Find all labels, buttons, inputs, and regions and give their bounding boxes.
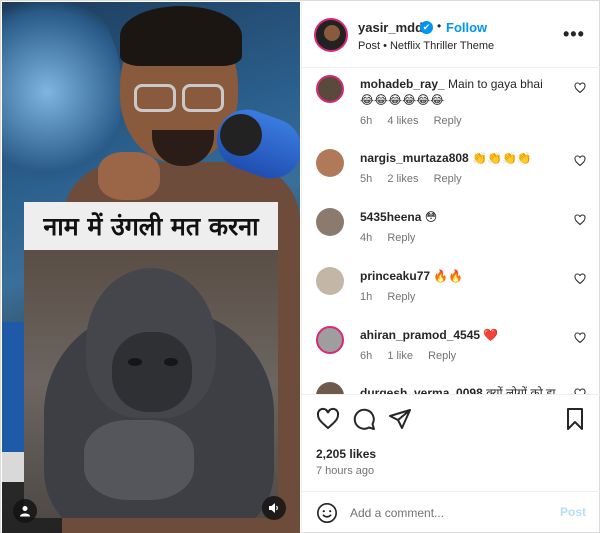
comment-time[interactable]: 1h xyxy=(360,291,372,303)
comment-time[interactable]: 4h xyxy=(360,232,372,244)
speaker-icon xyxy=(269,503,278,513)
like-comment-heart-icon[interactable] xyxy=(574,155,586,167)
comment-time[interactable]: 6h xyxy=(360,115,372,127)
comment-meta: 1h Reply xyxy=(360,291,427,303)
reply-button[interactable]: Reply xyxy=(428,350,456,362)
comment-emoji: 🔥🔥 xyxy=(433,269,464,283)
comment-meta: 4h Reply xyxy=(360,232,427,244)
author-avatar[interactable] xyxy=(314,18,348,52)
post-details-panel: yasir_mdd ✔ • Follow Post • Netflix Thri… xyxy=(301,2,600,533)
comment-text: Main to gaya bhai xyxy=(448,77,543,91)
comment-likes[interactable]: 2 likes xyxy=(387,173,418,185)
add-comment-bar: Post xyxy=(302,491,600,533)
post-audio-info[interactable]: Post • Netflix Thriller Theme xyxy=(358,40,494,52)
reply-button[interactable]: Reply xyxy=(434,173,462,185)
media-caption: नाम में उंगली मत करना xyxy=(43,212,259,241)
comments-list: mohadeb_ray_ Main to gaya bhai 😂😂😂😂😂😂 6h… xyxy=(302,69,600,394)
emoji-smiley-icon[interactable] xyxy=(316,502,338,524)
background-panel-light xyxy=(2,452,24,482)
like-heart-icon[interactable] xyxy=(316,407,340,431)
commenter-avatar[interactable] xyxy=(316,149,344,177)
save-bookmark-icon[interactable] xyxy=(563,407,587,431)
verified-badge-icon: ✔ xyxy=(420,21,433,34)
person-hand xyxy=(98,152,160,200)
background-panel xyxy=(2,322,24,452)
commenter-avatar[interactable] xyxy=(316,75,344,103)
glasses-left xyxy=(134,84,176,112)
comment-username[interactable]: mohadeb_ray_ xyxy=(360,77,445,91)
glasses-right xyxy=(182,84,224,112)
comment-text-line: durgesh_verma_0098 क्यों लोगों को डा xyxy=(360,384,556,394)
gorilla-eye-right xyxy=(164,358,178,366)
comment-username[interactable]: ahiran_pramod_4545 xyxy=(360,328,480,342)
gorilla-face xyxy=(112,332,192,412)
user-icon xyxy=(20,506,30,517)
comment-text-line: nargis_murtaza808 👏👏👏👏 xyxy=(360,151,532,165)
like-comment-heart-icon[interactable] xyxy=(574,214,586,226)
post-time-ago[interactable]: 7 hours ago xyxy=(316,465,374,477)
person-beard xyxy=(152,130,214,166)
mute-button[interactable] xyxy=(262,496,286,520)
comment-username[interactable]: durgesh_verma_0098 xyxy=(360,386,483,394)
post-dialog: नाम में उंगली मत करना yasir_mdd ✔ • Foll… xyxy=(0,0,600,533)
comment-text-line: ahiran_pramod_4545 ❤️ xyxy=(360,328,498,342)
share-paper-plane-icon[interactable] xyxy=(388,407,412,431)
likes-count[interactable]: 2,205 likes xyxy=(316,447,376,461)
comment-meta: 6h 4 likes Reply xyxy=(360,115,474,127)
comment-bubble-icon[interactable] xyxy=(352,407,376,431)
follow-button[interactable]: Follow xyxy=(446,20,487,35)
comment-meta: 5h 2 likes Reply xyxy=(360,173,474,185)
commenter-avatar[interactable] xyxy=(316,208,344,236)
post-header: yasir_mdd ✔ • Follow Post • Netflix Thri… xyxy=(302,2,600,68)
more-options-button[interactable]: ••• xyxy=(563,24,585,45)
reply-button[interactable]: Reply xyxy=(434,115,462,127)
reply-button[interactable]: Reply xyxy=(387,291,415,303)
post-media[interactable]: नाम में उंगली मत करना xyxy=(2,2,300,533)
comment-emoji: 😂😂😂😂😂😂 xyxy=(360,93,445,107)
comment-input[interactable] xyxy=(350,502,550,524)
comment-text-line: princeaku77 🔥🔥 xyxy=(360,269,463,283)
gorilla-hand xyxy=(84,420,194,500)
commenter-avatar[interactable] xyxy=(316,267,344,295)
gorilla-eye-left xyxy=(128,358,142,366)
comment-meta: 6h 1 like Reply xyxy=(360,350,468,362)
like-comment-heart-icon[interactable] xyxy=(574,82,586,94)
comment-emoji: 👏👏👏👏 xyxy=(472,151,532,165)
microphone-head xyxy=(220,114,262,156)
like-comment-heart-icon[interactable] xyxy=(574,273,586,285)
post-actions: 2,205 likes 7 hours ago xyxy=(302,394,600,490)
comment-time[interactable]: 5h xyxy=(360,173,372,185)
like-comment-heart-icon[interactable] xyxy=(574,332,586,344)
person-hair xyxy=(120,6,242,66)
comment-likes[interactable]: 1 like xyxy=(387,350,413,362)
comment-text-line: mohadeb_ray_ Main to gaya bhai xyxy=(360,77,543,91)
comment-username[interactable]: 5435heena xyxy=(360,210,421,224)
reply-button[interactable]: Reply xyxy=(387,232,415,244)
commenter-avatar[interactable] xyxy=(316,326,344,354)
comment-text-line: 5435heena 😳 xyxy=(360,210,437,224)
comment-text: क्यों लोगों को डा xyxy=(486,386,556,394)
media-caption-box: नाम में उंगली मत करना xyxy=(24,202,278,250)
tagged-user-button[interactable] xyxy=(13,499,37,523)
post-comment-button[interactable]: Post xyxy=(560,505,586,519)
comment-emoji: 😳 xyxy=(424,210,438,224)
comment-username[interactable]: nargis_murtaza808 xyxy=(360,151,469,165)
commenter-avatar[interactable] xyxy=(316,382,344,394)
header-separator: • xyxy=(437,19,442,33)
comment-time[interactable]: 6h xyxy=(360,350,372,362)
comment-emoji: ❤️ xyxy=(483,328,499,342)
comment-likes[interactable]: 4 likes xyxy=(387,115,418,127)
author-username[interactable]: yasir_mdd xyxy=(358,20,423,35)
gorilla-image xyxy=(24,250,278,518)
comment-username[interactable]: princeaku77 xyxy=(360,269,430,283)
